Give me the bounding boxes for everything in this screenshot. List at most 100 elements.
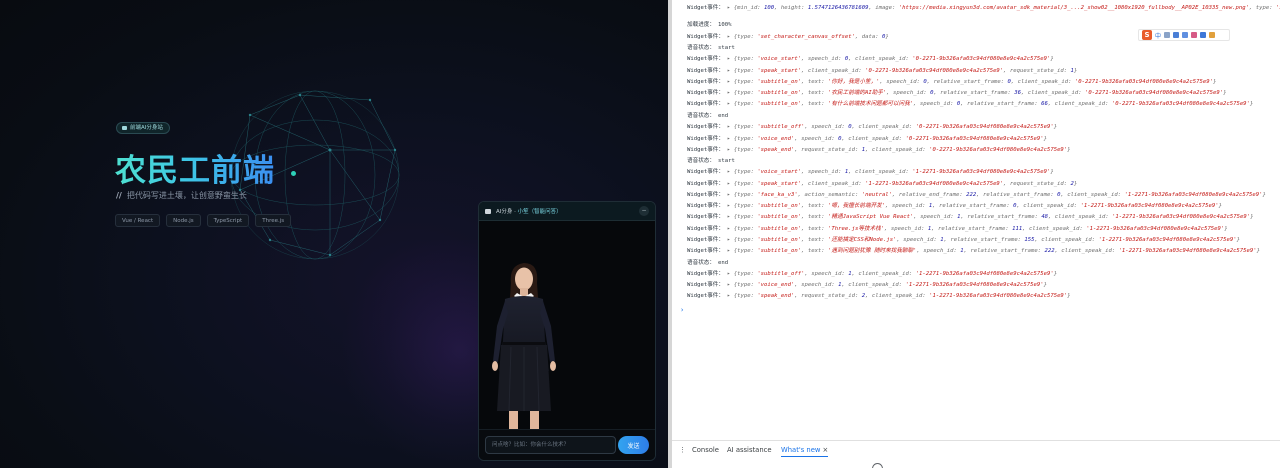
console-line-value: end: [717, 260, 729, 266]
console-line-value: ▸ {type: 'subtitle_off', speech_id: 1, c…: [727, 271, 1058, 277]
chat-input[interactable]: [485, 436, 616, 454]
info-icon: [872, 463, 883, 468]
ime-menu-icon[interactable]: [1209, 32, 1216, 38]
hero-title-dot: [291, 171, 296, 176]
console-line-value: ▸ {type: 'speak_start', client_speak_id:…: [727, 68, 1078, 74]
console-line[interactable]: Widget事件： ▸ {type: 'speak_end', request_s…: [687, 293, 1071, 300]
console-line[interactable]: Widget事件： ▸ {type: 'subtitle_on', text: '…: [687, 203, 1222, 210]
console-line-label: Widget事件：: [687, 192, 724, 198]
console-line[interactable]: Widget事件： ▸ {type: 'voice_start', speech_…: [687, 169, 1054, 176]
console-line-label: 语音状态：: [687, 260, 715, 266]
console-line-value: start: [717, 158, 735, 164]
console-line-value: ▸ {min_id: 100, height: 1.57471264367816…: [727, 5, 1280, 11]
console-line[interactable]: Widget事件： ▸ {type: 'face_ka_v3', action_s…: [687, 192, 1266, 199]
console-line[interactable]: Widget事件： ▸ {type: 'voice_end', speech_id…: [687, 282, 1047, 289]
console-line-label: Widget事件：: [687, 271, 724, 277]
console-line-label: Widget事件：: [687, 136, 724, 142]
drawer-tab-bar: ⋮ Console AI assistance What's new ×: [672, 440, 1280, 468]
robot-icon: [122, 126, 127, 130]
console-line-label: Widget事件：: [687, 56, 724, 62]
console-line[interactable]: Widget事件： ▸ {type: 'subtitle_off', speech…: [687, 271, 1057, 278]
more-vertical-icon[interactable]: ⋮: [679, 447, 686, 454]
console-line-label: Widget事件：: [687, 282, 724, 288]
console-line[interactable]: Widget事件： ▸ {type: 'set_character_canvas_…: [687, 34, 889, 41]
console-line-label: Widget事件：: [687, 79, 724, 85]
console-line-label: Widget事件：: [687, 101, 724, 107]
console-line-label: Widget事件：: [687, 248, 724, 254]
console-line[interactable]: Widget事件： ▸ {type: 'subtitle_off', speech…: [687, 124, 1057, 131]
console-line-value: ▸ {type: 'speak_end', request_state_id: …: [727, 293, 1071, 299]
console-line-label: Widget事件：: [687, 214, 724, 220]
avatar-image: [492, 263, 556, 431]
close-icon[interactable]: ×: [822, 446, 828, 454]
tech-tag: Vue / React: [115, 214, 161, 227]
toolbox-icon[interactable]: [1200, 32, 1207, 38]
robot-icon: [485, 208, 491, 214]
tech-tag: Node.js: [166, 214, 201, 227]
console-line[interactable]: 加载进度： 100%: [687, 22, 731, 29]
console-line[interactable]: Widget事件： ▸ {type: 'subtitle_on', text: '…: [687, 248, 1260, 255]
console-line-value: ▸ {type: 'set_character_canvas_offset', …: [727, 34, 889, 40]
ime-logo[interactable]: S: [1142, 30, 1152, 40]
keyboard-icon[interactable]: [1182, 32, 1189, 38]
console-line[interactable]: 语音状态： end: [687, 113, 728, 120]
microphone-icon[interactable]: [1173, 32, 1180, 38]
console-line[interactable]: Widget事件： ▸ {type: 'subtitle_on', text: '…: [687, 237, 1240, 244]
console-line[interactable]: Widget事件： ▸ {type: 'subtitle_on', text: '…: [687, 101, 1253, 108]
console-line[interactable]: Widget事件： ▸ {type: 'subtitle_on', text: '…: [687, 214, 1254, 221]
console-line-value: end: [717, 113, 729, 119]
console-line-value: 100%: [717, 22, 732, 28]
console-prompt[interactable]: ›: [680, 306, 684, 314]
console-line-label: 加载进度：: [687, 22, 715, 28]
console-line-label: Widget事件：: [687, 293, 724, 299]
chat-title-accent: 小笙（智能问答）: [517, 209, 562, 215]
hero-subtitle: // 把代码写进土壤，让创意野蛮生长: [116, 190, 247, 201]
tab-console[interactable]: Console: [692, 446, 719, 454]
hero-subtitle-text: 把代码写进土壤，让创意野蛮生长: [126, 191, 247, 200]
console-line[interactable]: Widget事件： ▸ {type: 'subtitle_on', text: '…: [687, 79, 1216, 86]
tech-tag: Three.js: [255, 214, 292, 227]
console-line-value: start: [717, 45, 735, 51]
console-line-label: Widget事件：: [687, 5, 724, 11]
console-line[interactable]: Widget事件： ▸ {type: 'subtitle_on', text: '…: [687, 90, 1226, 97]
console-line-label: Widget事件：: [687, 90, 724, 96]
console-line-value: ▸ {type: 'subtitle_on', text: '精通JavaScr…: [727, 214, 1254, 220]
console-line[interactable]: 语音状态： end: [687, 260, 728, 267]
console-line[interactable]: Widget事件： ▸ {type: 'speak_start', client_…: [687, 68, 1077, 75]
minimize-button[interactable]: −: [639, 206, 649, 216]
chat-header: AI分身 · 小笙（智能问答） −: [479, 202, 655, 221]
console-line-value: ▸ {type: 'subtitle_on', text: '农民工前端的AI助…: [727, 90, 1227, 96]
hero-badge-label: 前端AI分身站: [130, 125, 163, 131]
console-line-label: Widget事件：: [687, 124, 724, 130]
console-line[interactable]: Widget事件： ▸ {type: 'speak_start', client_…: [687, 181, 1077, 188]
tab-ai-assistance[interactable]: AI assistance: [727, 446, 772, 454]
console-line[interactable]: Widget事件： ▸ {min_id: 100, height: 1.57471…: [687, 5, 1280, 12]
console-line-value: ▸ {type: 'subtitle_on', text: 'Three.js等…: [727, 226, 1228, 232]
console-line-value: ▸ {type: 'voice_start', speech_id: 0, cl…: [727, 56, 1054, 62]
console-line-value: ▸ {type: 'subtitle_on', text: '还能搞定CSS和N…: [727, 237, 1240, 243]
chat-footer: 发送: [479, 429, 655, 460]
console-line-value: ▸ {type: 'voice_start', speech_id: 1, cl…: [727, 169, 1054, 175]
console-line-value: ▸ {type: 'subtitle_on', text: '遇到问题别犹豫 随…: [727, 248, 1261, 254]
ime-mode[interactable]: 中: [1155, 31, 1161, 40]
skin-icon[interactable]: [1191, 32, 1198, 38]
console-line[interactable]: Widget事件： ▸ {type: 'speak_end', request_s…: [687, 147, 1071, 154]
console-line[interactable]: Widget事件： ▸ {type: 'voice_end', speech_id…: [687, 136, 1047, 143]
console-line[interactable]: Widget事件： ▸ {type: 'subtitle_on', text: '…: [687, 226, 1228, 233]
console-line-label: Widget事件：: [687, 147, 724, 153]
devtools-panel: Widget事件： ▸ {min_id: 100, height: 1.57471…: [672, 0, 1280, 468]
console-line[interactable]: 语音状态： start: [687, 45, 735, 52]
punctuation-icon[interactable]: [1164, 32, 1171, 38]
ime-toolbar: S 中: [1138, 29, 1230, 41]
console-line-label: Widget事件：: [687, 169, 724, 175]
tech-tag: TypeScript: [206, 214, 250, 227]
tab-whats-new[interactable]: What's new ×: [781, 446, 829, 457]
send-button[interactable]: 发送: [618, 436, 649, 454]
console-line-value: ▸ {type: 'subtitle_off', speech_id: 0, c…: [727, 124, 1058, 130]
console-line-label: 语音状态：: [687, 158, 715, 164]
console-line-value: ▸ {type: 'subtitle_on', text: '你好，我是小笙，'…: [727, 79, 1217, 85]
console-line-label: 语音状态：: [687, 45, 715, 51]
console-line-value: ▸ {type: 'speak_start', client_speak_id:…: [727, 181, 1078, 187]
console-line[interactable]: 语音状态： start: [687, 158, 735, 165]
console-line[interactable]: Widget事件： ▸ {type: 'voice_start', speech_…: [687, 56, 1054, 63]
